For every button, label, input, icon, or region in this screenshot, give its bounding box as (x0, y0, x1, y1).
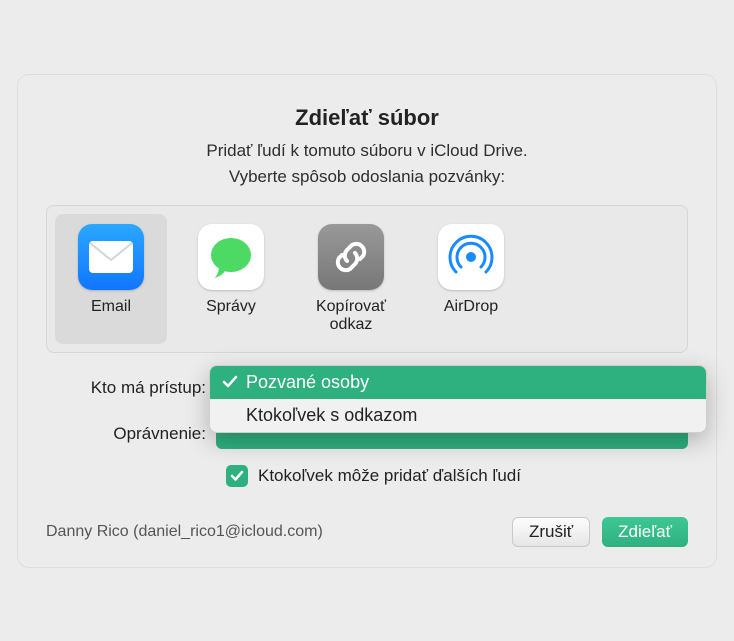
messages-icon (198, 224, 264, 290)
method-messages[interactable]: Správy (175, 214, 287, 344)
access-dropdown-popup: Pozvané osoby Ktokoľvek s odkazom (209, 365, 707, 433)
access-option-anyone-link[interactable]: Ktokoľvek s odkazom (210, 399, 706, 432)
permission-label: Oprávnenie: (46, 424, 216, 444)
access-option-invited[interactable]: Pozvané osoby (210, 366, 706, 399)
share-dialog: Zdieľať súbor Pridať ľudí k tomuto súbor… (17, 74, 717, 568)
cancel-button[interactable]: Zrušiť (512, 517, 590, 547)
access-option-invited-label: Pozvané osoby (246, 372, 369, 393)
current-user-info: Danny Rico (daniel_rico1@icloud.com) (46, 523, 323, 541)
method-email-label: Email (55, 298, 167, 336)
check-icon (230, 469, 244, 483)
method-messages-label: Správy (175, 298, 287, 336)
method-copy-link-label: Kopírovať odkaz (295, 298, 407, 336)
form-area: Kto má prístup: Oprávnenie: Pozvané osob… (46, 373, 688, 487)
anyone-can-add-checkbox[interactable] (226, 465, 248, 487)
mail-icon (78, 224, 144, 290)
checkmark-icon (220, 374, 240, 390)
method-airdrop[interactable]: AirDrop (415, 214, 527, 344)
dialog-subtitle-1: Pridať ľudí k tomuto súboru v iCloud Dri… (46, 141, 688, 161)
invite-method-list: Email Správy Kopírovať odkaz (46, 205, 688, 353)
dialog-footer: Danny Rico (daniel_rico1@icloud.com) Zru… (46, 517, 688, 547)
airdrop-icon (438, 224, 504, 290)
dialog-title: Zdieľať súbor (46, 105, 688, 131)
anyone-can-add-label: Ktokoľvek môže pridať ďalších ľudí (258, 466, 521, 486)
method-airdrop-label: AirDrop (415, 298, 527, 336)
access-label: Kto má prístup: (46, 378, 216, 398)
method-copy-link[interactable]: Kopírovať odkaz (295, 214, 407, 344)
dialog-subtitle-2: Vyberte spôsob odoslania pozvánky: (46, 167, 688, 187)
link-icon (318, 224, 384, 290)
access-option-anyone-link-label: Ktokoľvek s odkazom (246, 405, 417, 426)
share-button[interactable]: Zdieľať (602, 517, 688, 547)
method-email[interactable]: Email (55, 214, 167, 344)
